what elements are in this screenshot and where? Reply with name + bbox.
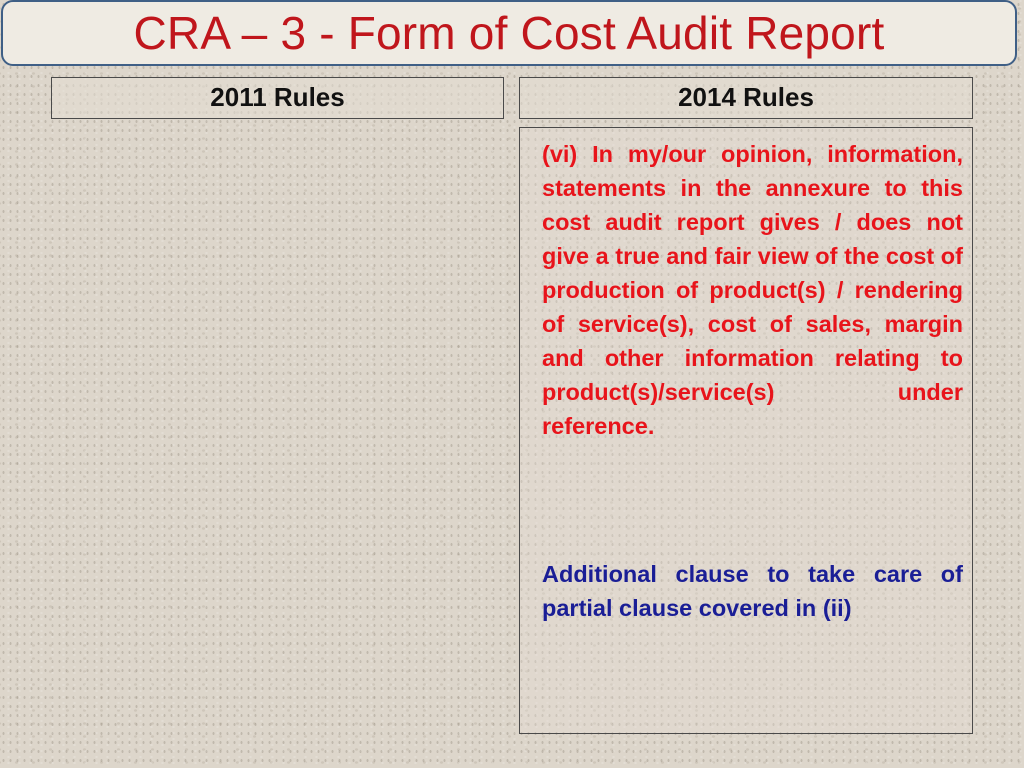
title-banner: CRA – 3 - Form of Cost Audit Report (1, 0, 1017, 66)
header-2014-rules: 2014 Rules (519, 77, 973, 119)
additional-clause-note: Additional clause to take care of partia… (542, 561, 963, 621)
slide-title: CRA – 3 - Form of Cost Audit Report (133, 7, 885, 59)
clause-vi-text: (vi) In my/our opinion, information, sta… (542, 141, 963, 439)
header-2011-rules: 2011 Rules (51, 77, 504, 119)
content-2014-rules: (vi) In my/our opinion, information, sta… (519, 127, 973, 734)
